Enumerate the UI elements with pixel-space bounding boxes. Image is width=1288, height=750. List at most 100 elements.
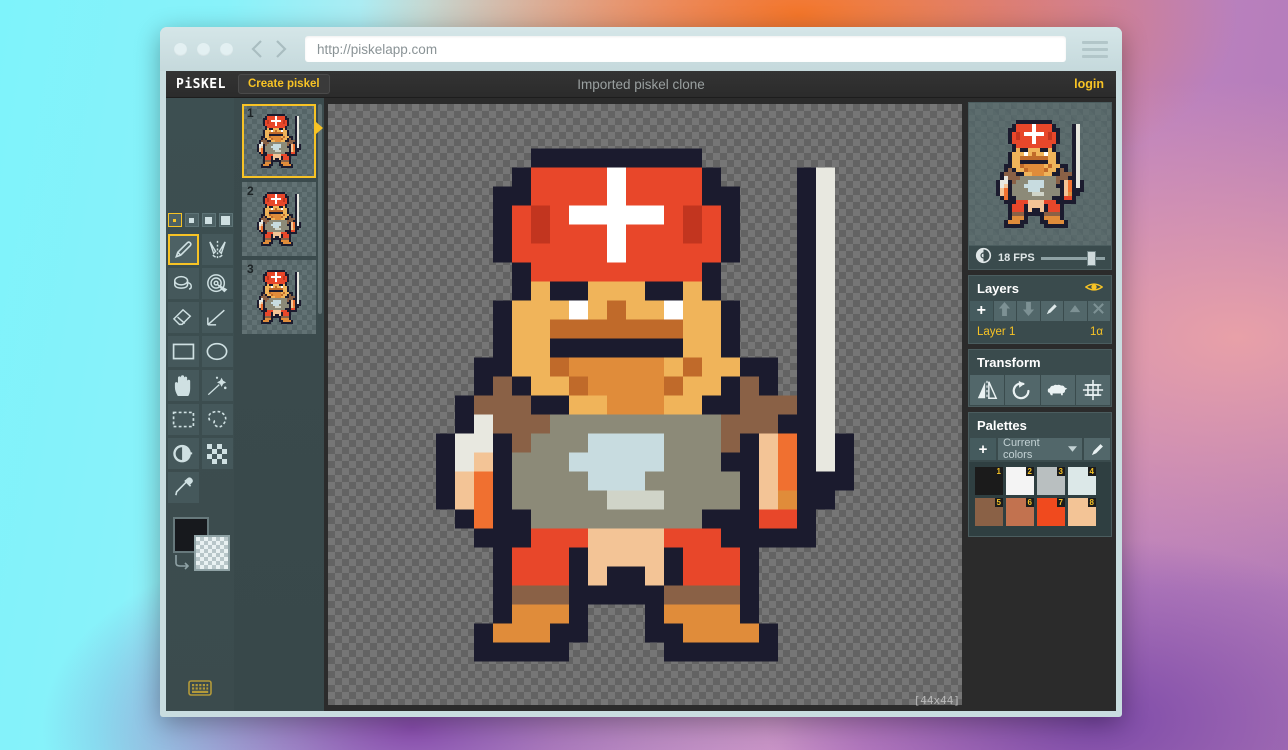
palette-color-index: 1: [994, 467, 1003, 476]
canvas-column: [44x44]: [324, 98, 968, 711]
palette-color-8[interactable]: 8: [1068, 498, 1096, 526]
lighten-tool[interactable]: [167, 438, 199, 469]
move-layer-down-button[interactable]: [1017, 301, 1040, 321]
address-bar[interactable]: [305, 36, 1066, 62]
palettes-panel: Palettes + Current colors 1 2 3 4 5 6 7 …: [968, 412, 1112, 537]
minimize-window-button[interactable]: [197, 42, 210, 56]
layer-buttons: +: [969, 301, 1111, 322]
frame-thumbnail-1[interactable]: 1: [242, 104, 316, 178]
delete-layer-button[interactable]: [1087, 301, 1110, 321]
pen-size-1[interactable]: [167, 213, 182, 227]
color-picker-tool[interactable]: [167, 472, 199, 503]
fps-slider[interactable]: [1040, 250, 1105, 266]
layers-title: Layers: [977, 281, 1019, 296]
palettes-title: Palettes: [977, 418, 1027, 433]
close-icon: [1092, 302, 1105, 320]
app-body: 123 [44x44] 18 FPS Layers + Layer 1 1α T…: [166, 98, 1116, 711]
pen-size-3[interactable]: [201, 213, 216, 227]
plus-icon: +: [976, 302, 986, 319]
rotate-button[interactable]: [1005, 375, 1040, 405]
circle-tool[interactable]: [201, 336, 233, 367]
transform-panel-header: Transform: [969, 350, 1111, 375]
fps-controls: 18 FPS: [969, 245, 1111, 269]
palette-color-index: 8: [1087, 498, 1096, 507]
onion-skin-icon[interactable]: [975, 247, 992, 269]
merge-layer-button[interactable]: [1064, 301, 1087, 321]
rename-layer-button[interactable]: [1040, 301, 1063, 321]
login-link[interactable]: login: [1074, 77, 1104, 91]
palette-color-1[interactable]: 1: [975, 467, 1003, 495]
tools-column: [166, 98, 234, 711]
stroke-tool[interactable]: [201, 302, 233, 333]
create-piskel-button[interactable]: Create piskel: [237, 74, 330, 94]
palette-dropdown[interactable]: Current colors: [998, 437, 1082, 461]
magic-wand-tool[interactable]: [201, 370, 233, 401]
palette-color-6[interactable]: 6: [1006, 498, 1034, 526]
color-swatches: [170, 517, 230, 579]
browser-chrome-bar: [160, 27, 1122, 71]
pen-size-4[interactable]: [218, 213, 233, 227]
drawing-canvas[interactable]: [328, 104, 962, 705]
palette-dropdown-value: Current colors: [1003, 437, 1040, 461]
palette-color-index: 4: [1087, 467, 1096, 476]
window-controls[interactable]: [174, 42, 233, 56]
palette-color-2[interactable]: 2: [1006, 467, 1034, 495]
edit-palette-button[interactable]: [1084, 438, 1110, 460]
frame-thumbnail-3[interactable]: 3: [242, 260, 316, 334]
paint-bucket-tool[interactable]: [167, 268, 199, 299]
rectangle-tool[interactable]: [167, 336, 199, 367]
chevron-down-icon: [1068, 443, 1077, 455]
keyboard-shortcuts-icon[interactable]: [188, 680, 212, 701]
palette-color-4[interactable]: 4: [1068, 467, 1096, 495]
frame-thumbnail-2[interactable]: 2: [242, 182, 316, 256]
maximize-window-button[interactable]: [220, 42, 233, 56]
frames-scrollbar[interactable]: [318, 104, 322, 314]
frame-number: 3: [247, 262, 254, 276]
back-button[interactable]: [249, 38, 265, 60]
sheep-clone-button[interactable]: [1040, 375, 1075, 405]
rectangle-select-tool[interactable]: [167, 404, 199, 435]
swap-colors-icon[interactable]: [172, 553, 192, 576]
add-palette-button[interactable]: +: [970, 438, 996, 460]
pen-size-2[interactable]: [184, 213, 199, 227]
layer-item[interactable]: Layer 1 1α: [969, 322, 1111, 343]
app-header: PiSKEL Create piskel Imported piskel clo…: [166, 71, 1116, 98]
pencil-icon: [1045, 302, 1059, 321]
transform-panel: Transform: [968, 349, 1112, 407]
arrow-down-icon: [1022, 301, 1035, 321]
palettes-panel-header: Palettes: [969, 413, 1111, 438]
layer-opacity: 1α: [1089, 326, 1103, 338]
palette-color-index: 6: [1025, 498, 1034, 507]
pencil-tool[interactable]: [167, 234, 199, 265]
palette-color-3[interactable]: 3: [1037, 467, 1065, 495]
hamburger-menu-icon[interactable]: [1082, 40, 1108, 58]
frame-preview: [257, 270, 301, 324]
flip-horizontal-button[interactable]: [970, 375, 1005, 405]
palette-color-index: 7: [1056, 498, 1065, 507]
palette-color-5[interactable]: 5: [975, 498, 1003, 526]
secondary-color-swatch[interactable]: [194, 535, 230, 571]
palette-color-7[interactable]: 7: [1037, 498, 1065, 526]
forward-button[interactable]: [273, 38, 289, 60]
dithering-tool[interactable]: [201, 438, 233, 469]
animation-preview[interactable]: [969, 103, 1111, 245]
move-tool[interactable]: [167, 370, 199, 401]
close-window-button[interactable]: [174, 42, 187, 56]
layers-panel-header: Layers: [969, 276, 1111, 301]
frame-number: 2: [247, 184, 254, 198]
sprite-canvas[interactable]: [436, 148, 854, 661]
palette-color-index: 3: [1056, 467, 1065, 476]
preview-panel: 18 FPS: [968, 102, 1112, 270]
eraser-tool[interactable]: [167, 302, 199, 333]
fps-slider-knob[interactable]: [1086, 250, 1096, 266]
center-crosshair-button[interactable]: [1075, 375, 1110, 405]
vertical-mirror-pen-tool[interactable]: [201, 234, 233, 265]
lasso-select-tool[interactable]: [201, 404, 233, 435]
move-layer-up-button[interactable]: [993, 301, 1016, 321]
paint-all-similar-tool[interactable]: [201, 268, 233, 299]
navigation-arrows[interactable]: [249, 38, 289, 60]
arrow-up-icon: [998, 301, 1011, 321]
eye-icon[interactable]: [1084, 281, 1104, 296]
pen-size-selector[interactable]: [167, 213, 233, 227]
add-layer-button[interactable]: +: [970, 301, 993, 321]
